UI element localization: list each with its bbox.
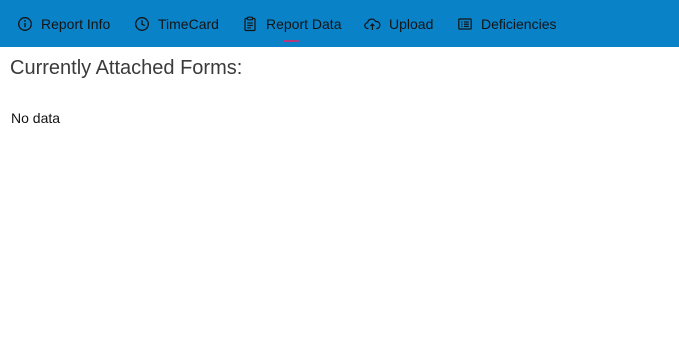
list-icon	[457, 16, 473, 32]
tab-label: Report Data	[266, 15, 342, 32]
tab-report-info[interactable]: Report Info	[17, 0, 110, 47]
selected-tab-indicator	[283, 40, 299, 42]
info-icon	[17, 16, 33, 32]
tab-label: Upload	[389, 15, 434, 32]
tab-label: TimeCard	[158, 15, 219, 32]
clipboard-icon	[242, 16, 258, 32]
empty-state-message: No data	[11, 110, 61, 126]
cloud-upload-icon	[364, 16, 381, 32]
tab-label: Report Info	[41, 15, 111, 32]
tab-timecard[interactable]: TimeCard	[134, 0, 219, 47]
tab-label: Deficiencies	[481, 15, 557, 32]
tab-upload[interactable]: Upload	[364, 0, 433, 47]
page: Report Info TimeCard Report Data Upload …	[0, 0, 679, 356]
tab-bar: Report Info TimeCard Report Data Upload …	[0, 0, 679, 47]
page-title: Currently Attached Forms:	[10, 57, 243, 79]
clock-icon	[134, 16, 150, 32]
tab-deficiencies[interactable]: Deficiencies	[457, 0, 556, 47]
